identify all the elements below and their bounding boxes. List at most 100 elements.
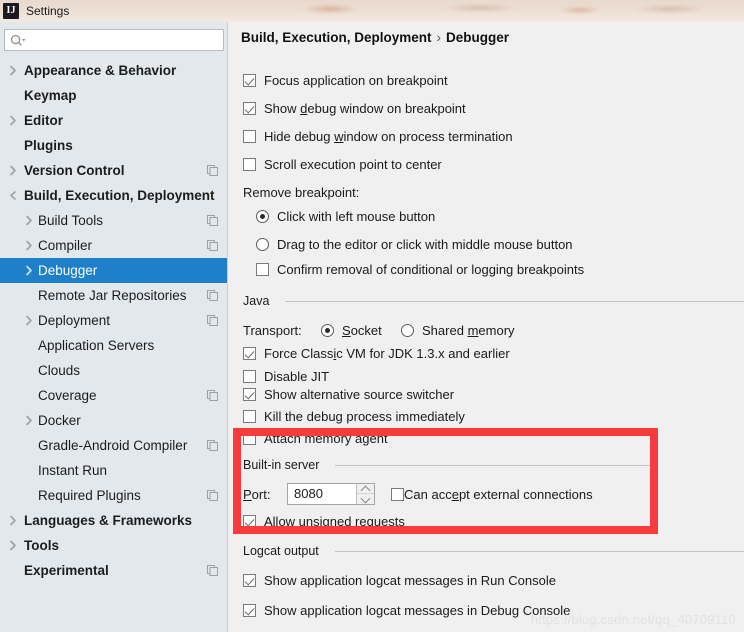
search-input[interactable] bbox=[29, 31, 221, 49]
checkbox-hide-debug-window-on-process-termination[interactable]: Hide debug window on process termination bbox=[243, 126, 513, 148]
search-icon[interactable] bbox=[10, 34, 26, 48]
checkbox-label: Force Classic VM for JDK 1.3.x and earli… bbox=[264, 346, 510, 361]
copy-settings-icon[interactable] bbox=[207, 315, 218, 326]
copy-settings-icon[interactable] bbox=[207, 490, 218, 501]
checkbox-label: Scroll execution point to center bbox=[264, 157, 442, 172]
chevron-right-icon[interactable] bbox=[22, 408, 36, 433]
copy-settings-icon[interactable] bbox=[207, 240, 218, 251]
radio-button[interactable] bbox=[321, 324, 335, 337]
sidebar-item-label: Application Servers bbox=[38, 338, 155, 353]
radio-drag-to-editor-or-middle-click[interactable]: Drag to the editor or click with middle … bbox=[256, 234, 573, 256]
checkbox-box[interactable] bbox=[243, 410, 256, 423]
checkbox-box[interactable] bbox=[243, 130, 256, 143]
copy-settings-icon[interactable] bbox=[207, 440, 218, 451]
checkbox-box[interactable] bbox=[391, 488, 404, 501]
sidebar-item-build-tools[interactable]: Build Tools bbox=[0, 208, 227, 233]
sidebar-item-version-control[interactable]: Version Control bbox=[0, 158, 227, 183]
copy-settings-icon[interactable] bbox=[207, 390, 218, 401]
chevron-right-icon[interactable] bbox=[22, 208, 36, 233]
radio-transport-socket[interactable]: Socket bbox=[321, 323, 382, 338]
checkbox-scroll-execution-point-to-center[interactable]: Scroll execution point to center bbox=[243, 154, 442, 176]
transport-row: Transport: Socket Shared memory bbox=[243, 320, 515, 342]
port-stepper-buttons[interactable] bbox=[356, 484, 374, 504]
breadcrumb: Build, Execution, Deployment › Debugger bbox=[241, 30, 509, 45]
checkbox-focus-application-on-breakpoint[interactable]: Focus application on breakpoint bbox=[243, 70, 448, 92]
checkbox-show-logcat-run-console[interactable]: Show application logcat messages in Run … bbox=[243, 570, 556, 592]
checkbox-label: Disable JIT bbox=[264, 369, 330, 384]
port-stepper[interactable]: 8080 bbox=[287, 483, 375, 505]
checkbox-can-accept-external-connections[interactable]: Can accept external connections bbox=[391, 485, 593, 505]
search-box[interactable] bbox=[4, 29, 224, 51]
chevron-right-icon[interactable] bbox=[6, 158, 20, 183]
sidebar-item-required-plugins[interactable]: Required Plugins bbox=[0, 483, 227, 508]
copy-settings-icon[interactable] bbox=[207, 215, 218, 226]
sidebar-item-keymap[interactable]: Keymap bbox=[0, 83, 227, 108]
radio-button[interactable] bbox=[256, 210, 269, 223]
port-value[interactable]: 8080 bbox=[294, 484, 323, 504]
sidebar-item-languages-frameworks[interactable]: Languages & Frameworks bbox=[0, 508, 227, 533]
sidebar-item-docker[interactable]: Docker bbox=[0, 408, 227, 433]
sidebar-item-gradle-android-compiler[interactable]: Gradle-Android Compiler bbox=[0, 433, 227, 458]
sidebar-item-remote-jar-repositories[interactable]: Remote Jar Repositories bbox=[0, 283, 227, 308]
checkbox-allow-unsigned-requests[interactable]: Allow unsigned requests bbox=[243, 511, 405, 533]
chevron-up-icon[interactable] bbox=[357, 484, 374, 494]
sidebar-item-clouds[interactable]: Clouds bbox=[0, 358, 227, 383]
sidebar-item-application-servers[interactable]: Application Servers bbox=[0, 333, 227, 358]
sidebar-item-compiler[interactable]: Compiler bbox=[0, 233, 227, 258]
checkbox-show-logcat-debug-console[interactable]: Show application logcat messages in Debu… bbox=[243, 600, 570, 622]
breadcrumb-parent[interactable]: Build, Execution, Deployment bbox=[241, 30, 432, 45]
chevron-down-icon[interactable] bbox=[1, 189, 26, 203]
checkbox-label: Can accept external connections bbox=[404, 487, 593, 502]
checkbox-box[interactable] bbox=[243, 74, 256, 87]
section-title: Built-in server bbox=[243, 456, 327, 474]
section-header-logcat-output: Logcat output bbox=[243, 542, 744, 560]
checkbox-show-alternative-source-switcher[interactable]: Show alternative source switcher bbox=[243, 384, 454, 406]
sidebar-item-deployment[interactable]: Deployment bbox=[0, 308, 227, 333]
checkbox-box[interactable] bbox=[243, 515, 256, 528]
checkbox-box[interactable] bbox=[243, 388, 256, 401]
chevron-down-icon[interactable] bbox=[357, 494, 374, 504]
radio-button[interactable] bbox=[256, 238, 269, 251]
checkbox-attach-memory-agent[interactable]: Attach memory agent bbox=[243, 428, 388, 450]
checkbox-box[interactable] bbox=[243, 347, 256, 360]
copy-settings-icon[interactable] bbox=[207, 565, 218, 576]
radio-click-with-left-mouse-button[interactable]: Click with left mouse button bbox=[256, 206, 435, 228]
sidebar-item-experimental[interactable]: Experimental bbox=[0, 558, 227, 583]
checkbox-force-classic-vm[interactable]: Force Classic VM for JDK 1.3.x and earli… bbox=[243, 343, 510, 365]
sidebar-item-instant-run[interactable]: Instant Run bbox=[0, 458, 227, 483]
checkbox-box[interactable] bbox=[243, 432, 256, 445]
chevron-right-icon[interactable] bbox=[6, 108, 20, 133]
sidebar-item-build-execution-deployment[interactable]: Build, Execution, Deployment bbox=[0, 183, 227, 208]
checkbox-kill-debug-process-immediately[interactable]: Kill the debug process immediately bbox=[243, 406, 465, 428]
sidebar-item-tools[interactable]: Tools bbox=[0, 533, 227, 558]
checkbox-box[interactable] bbox=[243, 158, 256, 171]
checkbox-box[interactable] bbox=[256, 263, 269, 276]
checkbox-label: Allow unsigned requests bbox=[264, 514, 405, 529]
sidebar-item-coverage[interactable]: Coverage bbox=[0, 383, 227, 408]
radio-transport-shared-memory[interactable]: Shared memory bbox=[401, 323, 515, 338]
checkbox-box[interactable] bbox=[243, 604, 256, 617]
chevron-right-icon[interactable] bbox=[22, 258, 36, 283]
checkbox-box[interactable] bbox=[243, 370, 256, 383]
sidebar-item-editor[interactable]: Editor bbox=[0, 108, 227, 133]
copy-settings-icon[interactable] bbox=[207, 165, 218, 176]
checkbox-show-debug-window-on-breakpoint[interactable]: Show debug window on breakpoint bbox=[243, 98, 466, 120]
transport-label: Transport: bbox=[243, 323, 302, 338]
sidebar-item-debugger[interactable]: Debugger bbox=[0, 258, 227, 283]
chevron-right-icon[interactable] bbox=[22, 308, 36, 333]
checkbox-box[interactable] bbox=[243, 574, 256, 587]
chevron-right-icon[interactable] bbox=[6, 508, 20, 533]
sidebar-item-label: Required Plugins bbox=[38, 488, 141, 503]
checkbox-label: Hide debug window on process termination bbox=[264, 129, 513, 144]
sidebar-item-plugins[interactable]: Plugins bbox=[0, 133, 227, 158]
checkbox-box[interactable] bbox=[243, 102, 256, 115]
checkbox-confirm-removal-of-breakpoints[interactable]: Confirm removal of conditional or loggin… bbox=[256, 259, 584, 281]
copy-settings-icon[interactable] bbox=[207, 290, 218, 301]
checkbox-label: Attach memory agent bbox=[264, 431, 388, 446]
sidebar-item-appearance-behavior[interactable]: Appearance & Behavior bbox=[0, 58, 227, 83]
chevron-right-icon[interactable] bbox=[6, 533, 20, 558]
chevron-right-icon[interactable] bbox=[22, 233, 36, 258]
chevron-right-icon[interactable] bbox=[6, 58, 20, 83]
sidebar-item-label: Languages & Frameworks bbox=[24, 513, 193, 528]
radio-button[interactable] bbox=[401, 324, 415, 337]
